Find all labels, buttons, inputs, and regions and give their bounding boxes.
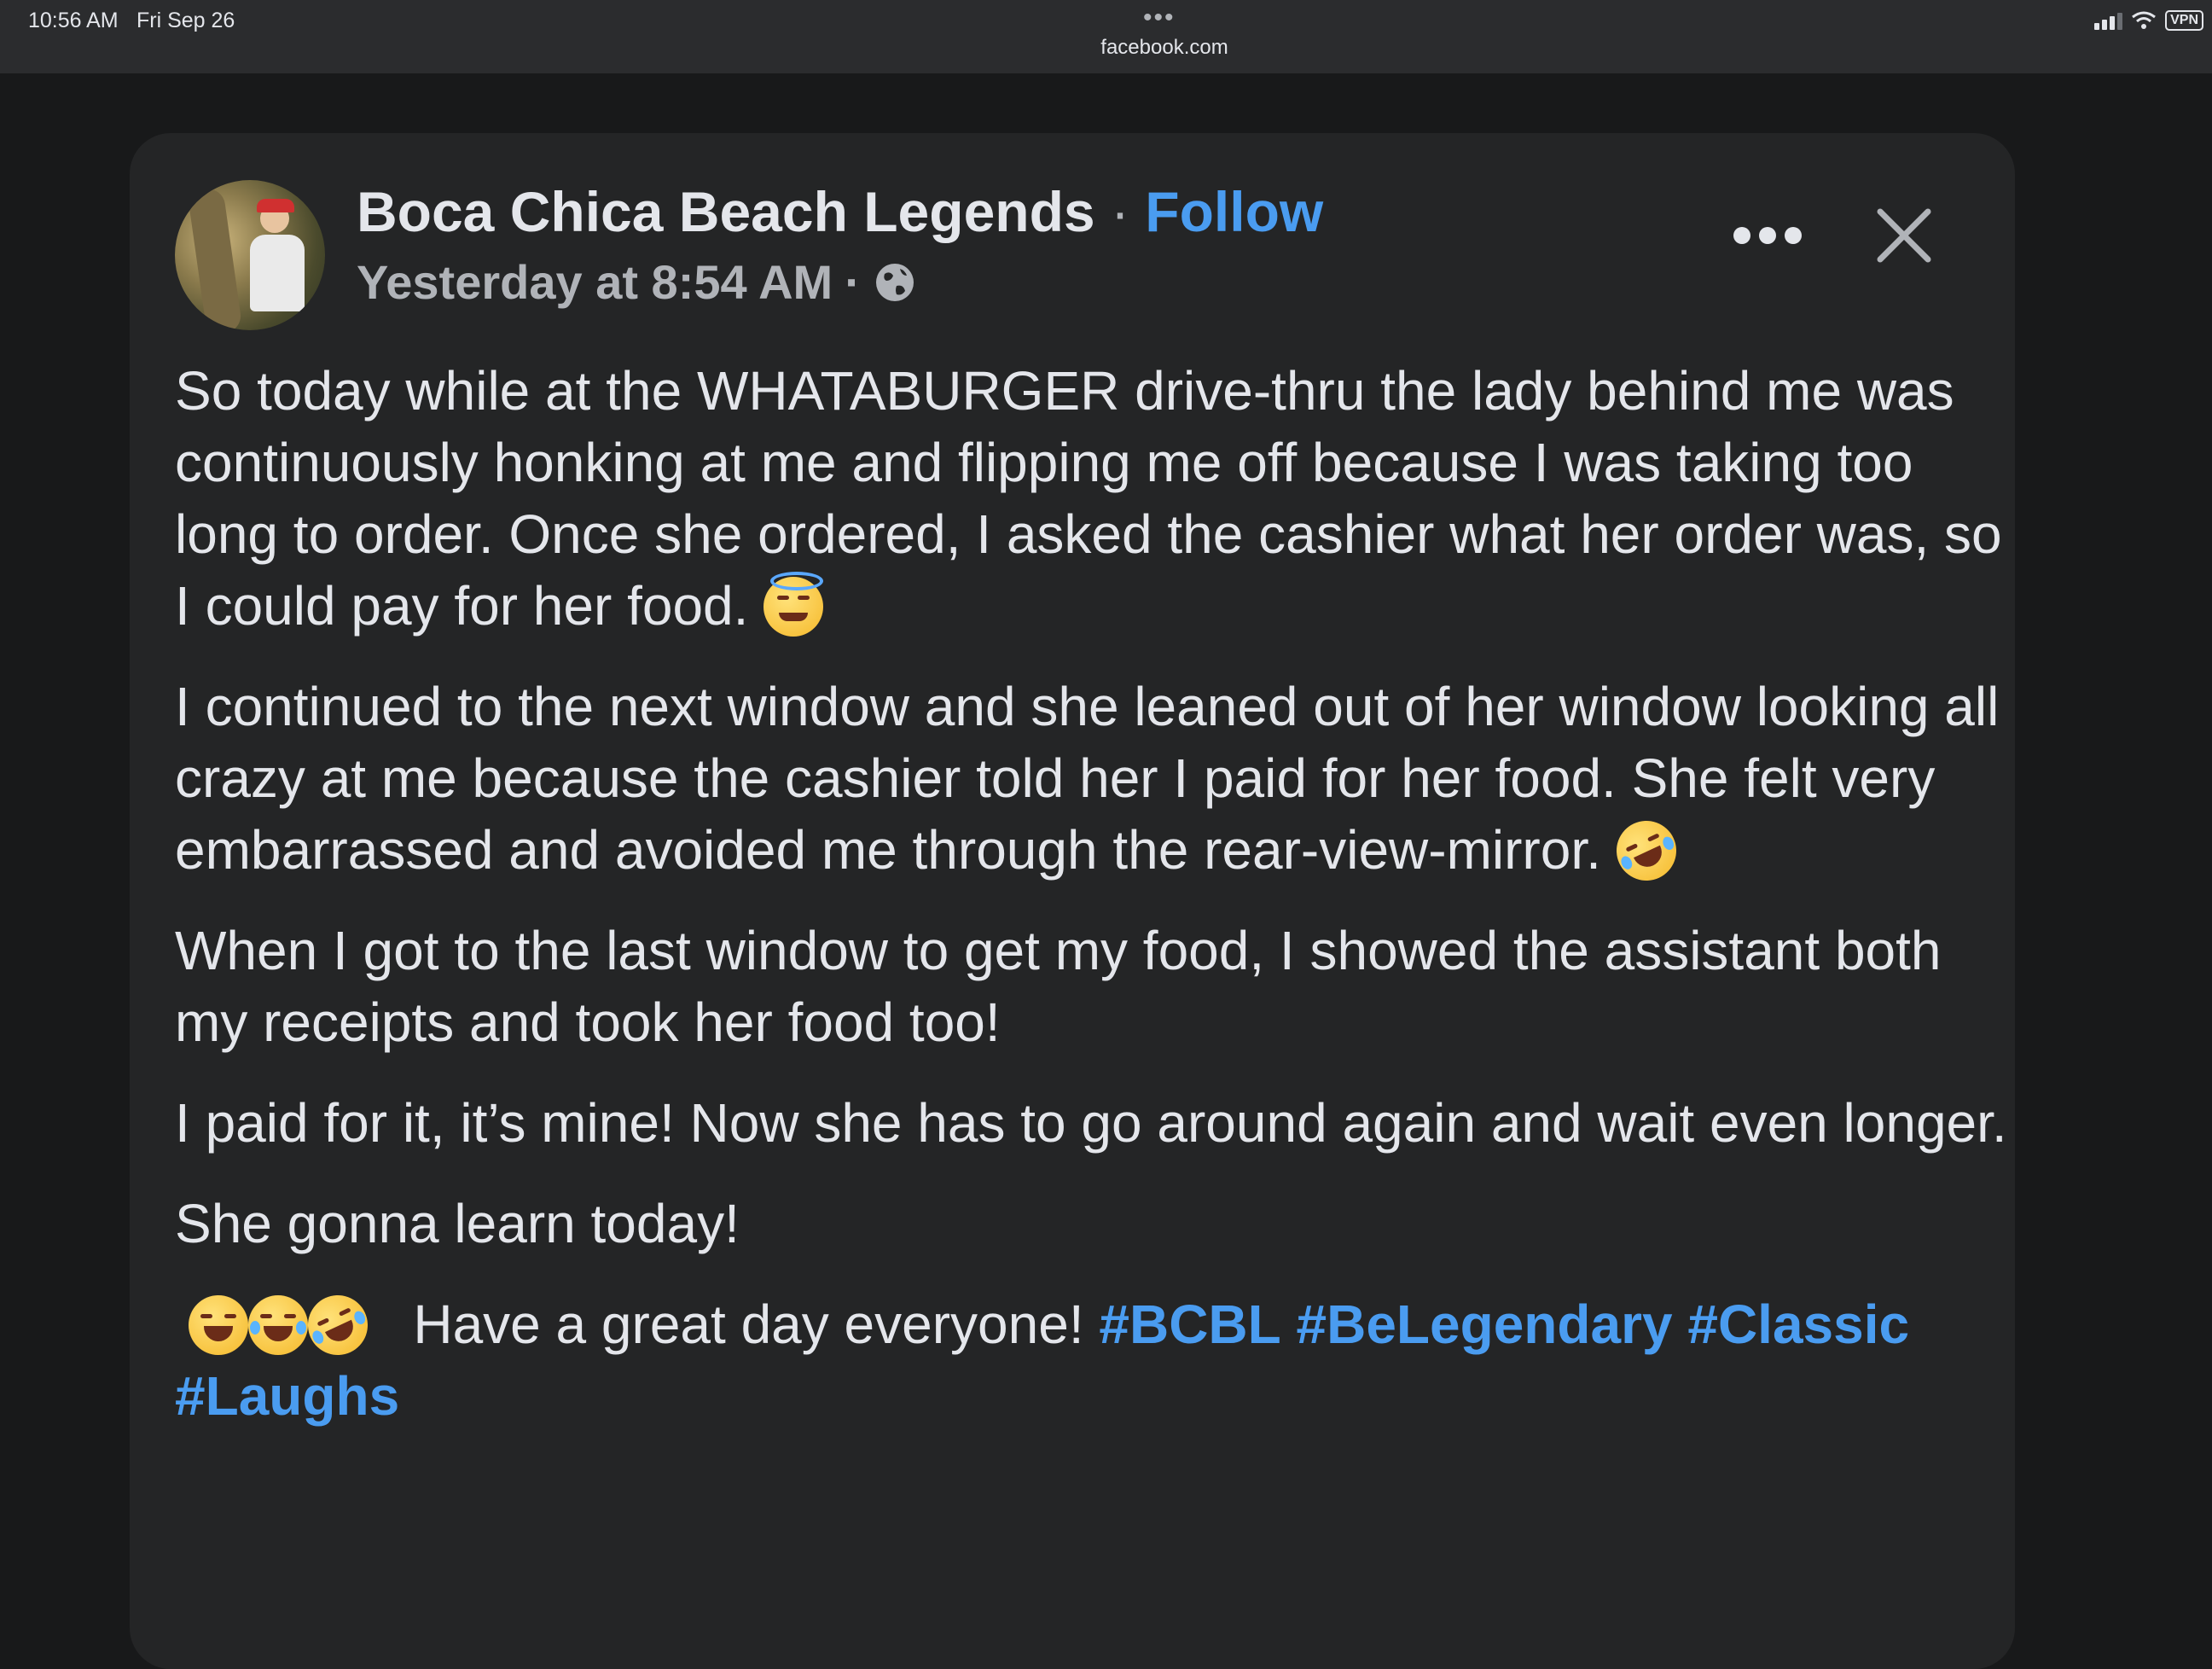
post-paragraph: When I got to the last window to get my … — [175, 920, 1942, 1053]
page-name-link[interactable]: Boca Chica Beach Legends — [357, 180, 1095, 243]
post-header: Boca Chica Beach Legends · Follow — [357, 179, 1323, 244]
page-avatar[interactable] — [175, 180, 325, 330]
status-indicators: VPN — [2094, 10, 2203, 31]
hashtag-link[interactable]: #Classic — [1687, 1294, 1909, 1355]
rolling-on-floor-laughing-emoji-icon — [1606, 811, 1687, 891]
more-options-icon[interactable] — [1733, 227, 1802, 244]
hashtag-link[interactable]: #Laughs — [175, 1365, 399, 1427]
status-time: 10:56 AM — [28, 9, 119, 32]
face-with-tears-of-joy-emoji-icon — [248, 1295, 308, 1355]
post-timestamp[interactable]: Yesterday at 8:54 AM — [357, 254, 833, 310]
hashtag-link[interactable]: #BCBL — [1099, 1294, 1280, 1355]
cellular-signal-icon — [2094, 11, 2123, 30]
wifi-icon — [2132, 11, 2157, 29]
post-paragraph: So today while at the WHATABURGER drive-… — [175, 360, 2002, 637]
post-paragraph: She gonna learn today! — [175, 1193, 740, 1254]
grinning-squinting-face-emoji-icon — [189, 1295, 248, 1355]
header-separator: · — [1110, 180, 1129, 243]
post-dialog: Boca Chica Beach Legends · Follow Yester… — [130, 133, 2015, 1669]
globe-icon[interactable] — [873, 260, 917, 305]
smiling-face-with-halo-emoji-icon — [763, 572, 824, 637]
post-body: So today while at the WHATABURGER drive-… — [175, 355, 2009, 1461]
post-meta: Yesterday at 8:54 AM · — [357, 254, 917, 310]
post-paragraph: Have a great day everyone! #BCBL #BeLege… — [175, 1285, 2009, 1432]
post-paragraph: I continued to the next window and she l… — [175, 671, 2009, 891]
status-date: Fri Sep 26 — [136, 9, 235, 32]
meta-separator: · — [845, 255, 861, 309]
rolling-on-floor-laughing-emoji-icon — [298, 1285, 378, 1365]
vpn-badge: VPN — [2165, 10, 2203, 31]
post-paragraph: I paid for it, it’s mine! Now she has to… — [175, 1092, 2007, 1154]
address-bar-url[interactable]: facebook.com — [1024, 36, 1305, 60]
hashtag-link[interactable]: #BeLegendary — [1297, 1294, 1673, 1355]
browser-menu-dots-icon[interactable]: ••• — [1143, 3, 1176, 32]
close-icon[interactable] — [1870, 201, 1938, 270]
status-bar: 10:56 AM Fri Sep 26 ••• facebook.com VPN — [0, 0, 2212, 73]
follow-button[interactable]: Follow — [1145, 180, 1323, 243]
